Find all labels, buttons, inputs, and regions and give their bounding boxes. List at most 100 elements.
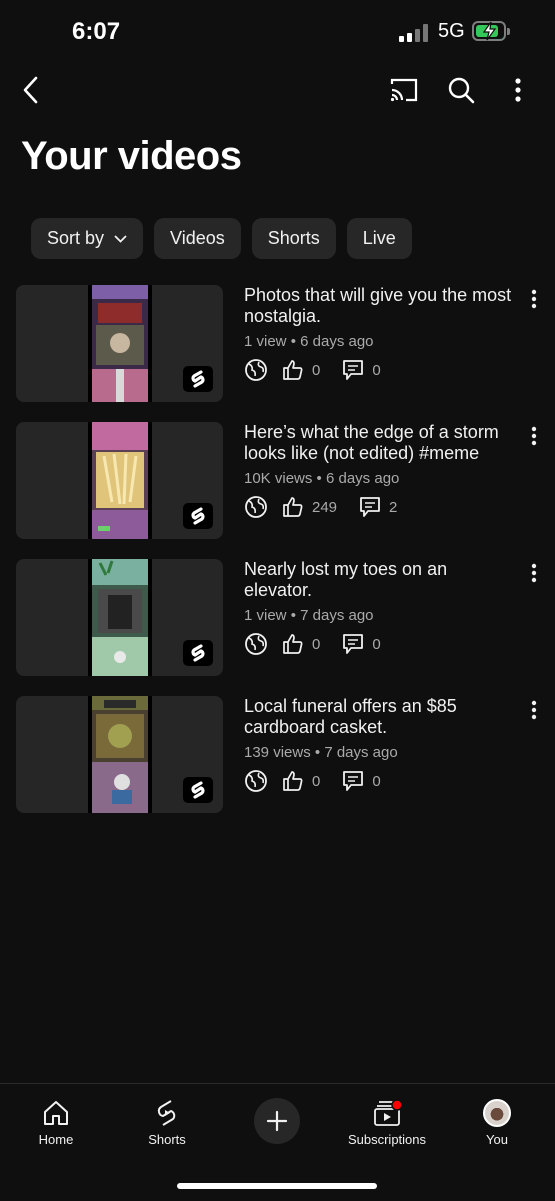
filter-chips: Sort by Videos Shorts Live: [31, 218, 412, 259]
shorts-logo-icon: [191, 370, 205, 388]
nav-home[interactable]: Home: [6, 1098, 106, 1147]
video-title[interactable]: Photos that will give you the most nosta…: [244, 285, 519, 327]
chip-shorts[interactable]: Shorts: [251, 218, 336, 259]
more-options-button[interactable]: [498, 70, 538, 110]
shorts-logo-icon: [191, 644, 205, 662]
video-meta: 1 view • 6 days ago: [244, 333, 374, 350]
meta-separator: •: [290, 607, 296, 624]
shorts-badge: [183, 366, 213, 392]
shorts-logo-icon: [191, 507, 205, 525]
upload-age: 6 days ago: [300, 333, 374, 350]
view-count: 10K views: [244, 470, 313, 487]
thumb-up-icon: [283, 497, 303, 517]
video-list-item[interactable]: Here’s what the edge of a storm looks li…: [0, 422, 555, 540]
globe-icon: [245, 359, 267, 381]
comments-stat: 0: [342, 359, 381, 381]
network-label: 5G: [438, 20, 465, 42]
meta-separator: •: [314, 744, 321, 761]
top-bar: [0, 62, 555, 118]
nav-home-label: Home: [38, 1132, 74, 1147]
search-icon: [448, 77, 475, 104]
likes-stat: 0: [282, 633, 320, 655]
likes-stat: 0: [282, 770, 320, 792]
home-indicator: [177, 1183, 377, 1189]
thumbnail-image: [92, 559, 148, 676]
nav-you[interactable]: You: [447, 1098, 547, 1147]
more-vert-icon[interactable]: [524, 424, 544, 450]
upload-age: 7 days ago: [324, 744, 398, 761]
more-vert-icon[interactable]: [524, 698, 544, 724]
plus-icon: [266, 1110, 288, 1132]
nav-shorts-label: Shorts: [148, 1132, 186, 1147]
globe-icon: [245, 770, 267, 792]
subscriptions-icon: [374, 1099, 402, 1126]
shorts-badge: [183, 777, 213, 803]
comments-stat: 0: [342, 633, 381, 655]
video-list-item[interactable]: Photos that will give you the most nosta…: [0, 285, 555, 403]
create-button[interactable]: [254, 1098, 300, 1144]
video-thumbnail[interactable]: [16, 285, 223, 402]
comments-count: 2: [389, 498, 398, 516]
video-stats: 249 2: [244, 495, 419, 519]
nav-subscriptions[interactable]: Subscriptions: [337, 1098, 437, 1147]
comment-icon: [343, 360, 364, 380]
cast-icon: [390, 78, 418, 102]
shorts-badge: [183, 640, 213, 666]
comments-count: 0: [372, 635, 381, 653]
thumb-up-icon: [283, 771, 303, 791]
home-icon: [44, 1101, 68, 1125]
view-count: 139 views: [244, 744, 311, 761]
comment-icon: [360, 497, 380, 517]
video-list-item[interactable]: Local funeral offers an $85 cardboard ca…: [0, 696, 555, 814]
video-thumbnail[interactable]: [16, 559, 223, 676]
status-time: 6:07: [72, 18, 121, 45]
video-thumbnail[interactable]: [16, 422, 223, 539]
thumbnail-image: [92, 422, 148, 539]
battery-icon: [472, 21, 510, 41]
video-thumbnail[interactable]: [16, 696, 223, 813]
comments-count: 0: [372, 772, 381, 790]
chip-videos[interactable]: Videos: [154, 218, 241, 259]
chip-live[interactable]: Live: [346, 218, 412, 259]
search-button[interactable]: [441, 70, 481, 110]
nav-subscriptions-label: Subscriptions: [347, 1132, 427, 1147]
thumb-up-icon: [283, 360, 303, 380]
shorts-icon: [157, 1100, 176, 1126]
comments-stat: 0: [342, 770, 381, 792]
likes-count: 0: [312, 635, 321, 653]
view-count: 1 view: [244, 607, 287, 624]
upload-age: 7 days ago: [300, 607, 374, 624]
sort-by-label: Sort by: [47, 228, 105, 248]
comments-count: 0: [372, 361, 381, 379]
video-stats: 0 0: [244, 632, 403, 656]
video-meta: 10K views • 6 days ago: [244, 470, 399, 487]
video-stats: 0 0: [244, 358, 403, 382]
nav-you-label: You: [486, 1132, 508, 1147]
likes-stat: 0: [282, 359, 320, 381]
shorts-badge: [183, 503, 213, 529]
nav-shorts[interactable]: Shorts: [117, 1098, 217, 1147]
meta-separator: •: [316, 470, 322, 487]
cell-signal-icon: [399, 24, 429, 42]
comment-icon: [343, 634, 364, 654]
globe-icon: [245, 633, 267, 655]
more-vert-icon[interactable]: [524, 287, 544, 313]
sort-by-chip[interactable]: Sort by: [31, 218, 144, 259]
thumb-up-icon: [283, 634, 303, 654]
back-button[interactable]: [11, 70, 51, 110]
likes-count: 0: [312, 361, 321, 379]
shorts-logo-icon: [191, 781, 205, 799]
likes-stat: 249: [282, 496, 337, 518]
thumbnail-image: [92, 285, 148, 402]
likes-count: 0: [312, 772, 321, 790]
status-bar: 6:07 5G: [0, 0, 555, 64]
video-title[interactable]: Nearly lost my toes on an elevator.: [244, 559, 519, 601]
video-list-item[interactable]: Nearly lost my toes on an elevator. 1 vi…: [0, 559, 555, 677]
view-count: 1 view: [244, 333, 287, 350]
more-vert-icon[interactable]: [524, 561, 544, 587]
cast-button[interactable]: [384, 70, 424, 110]
likes-count: 249: [312, 498, 338, 516]
video-title[interactable]: Here’s what the edge of a storm looks li…: [244, 422, 519, 464]
comment-icon: [343, 771, 364, 791]
video-title[interactable]: Local funeral offers an $85 cardboard ca…: [244, 696, 519, 738]
